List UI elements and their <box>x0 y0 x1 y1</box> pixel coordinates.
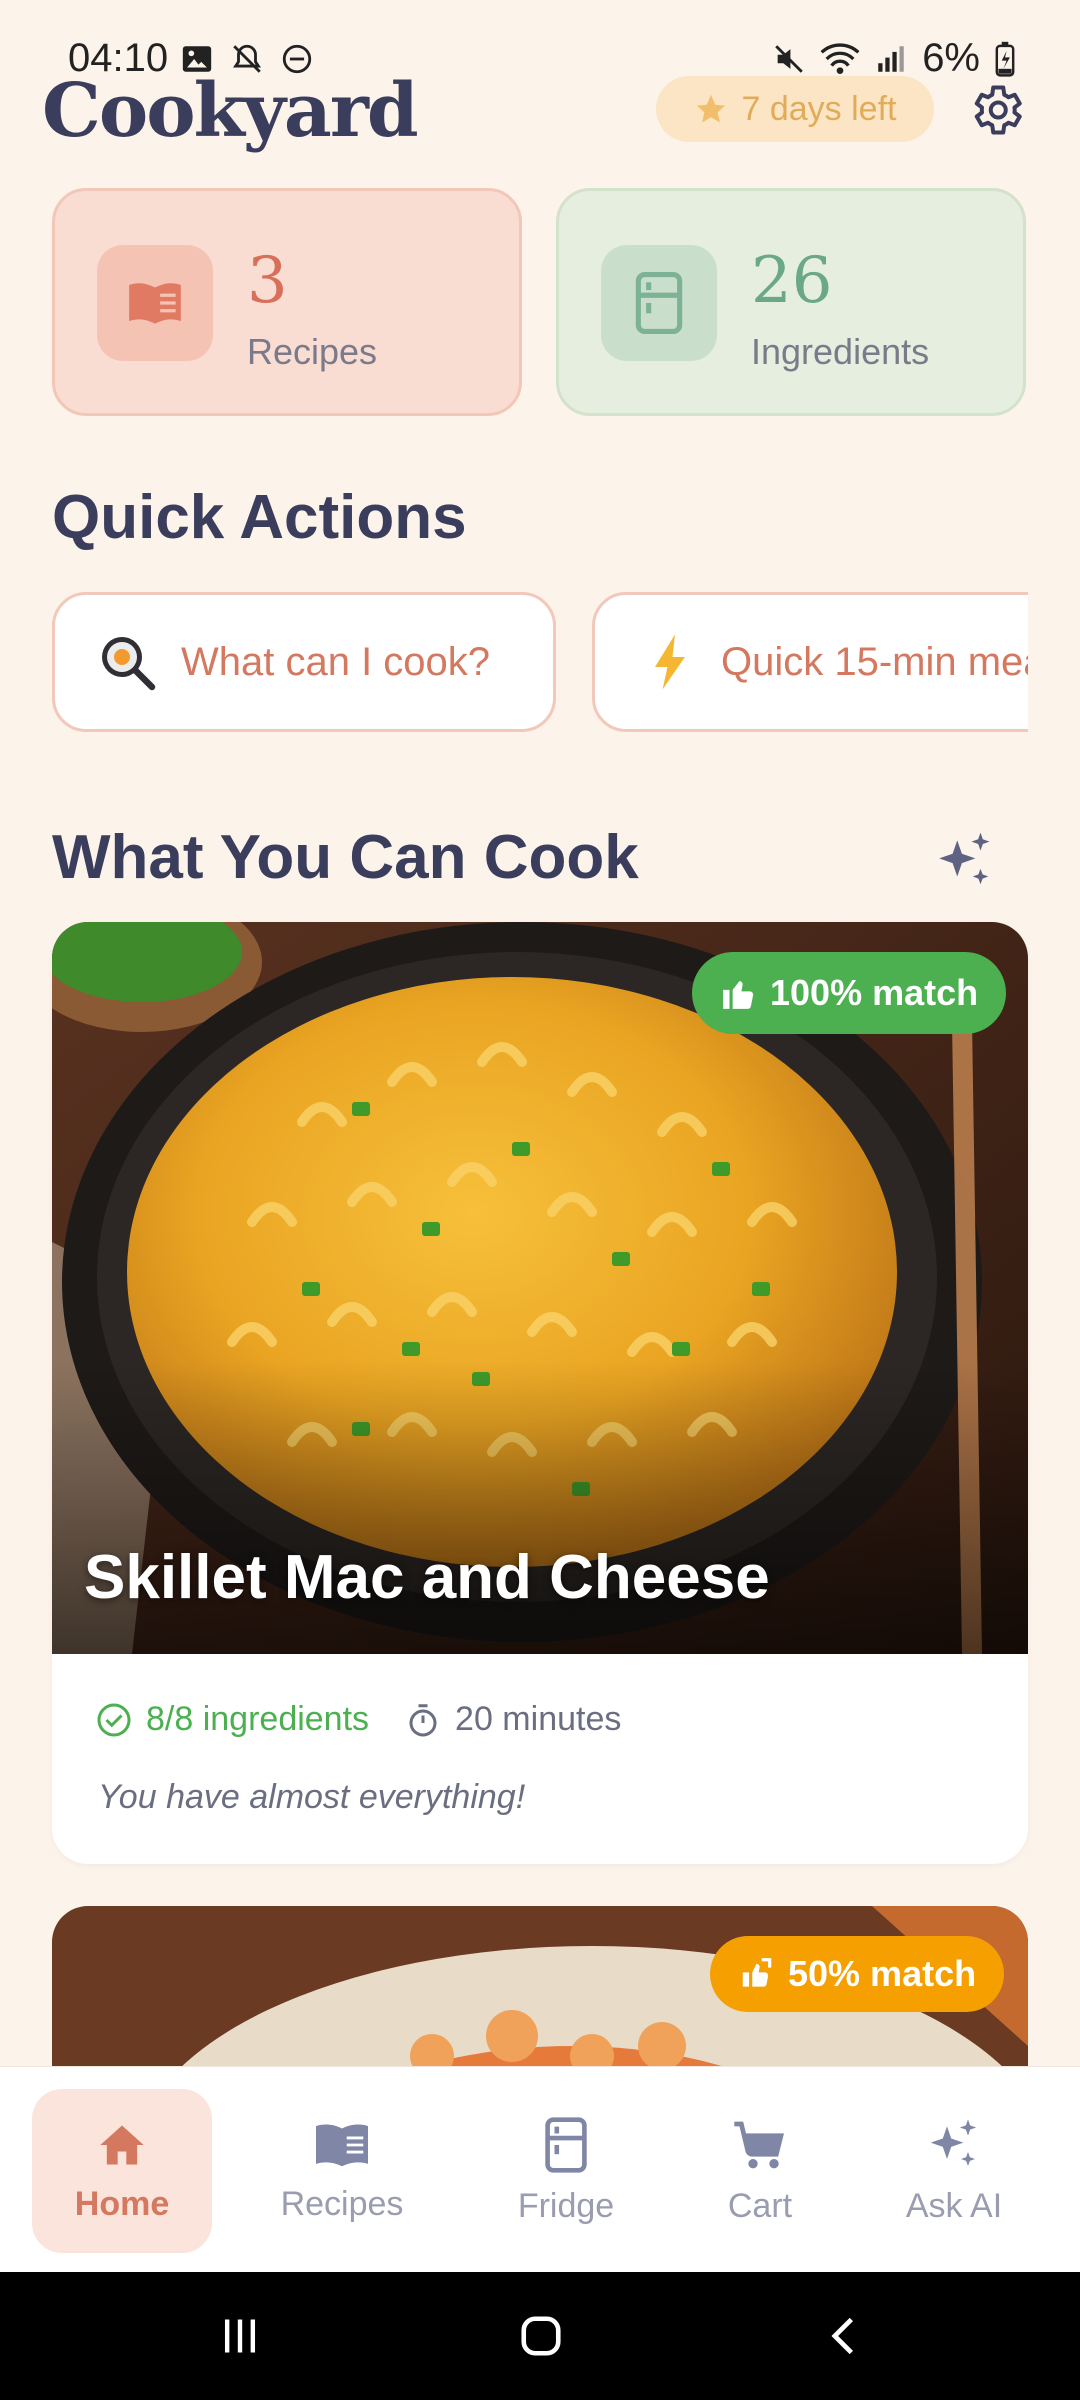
thumbs-up-icon <box>723 981 754 1009</box>
partial-match-icon <box>742 1958 772 1987</box>
status-system-icons: 6% <box>772 36 1016 81</box>
what-can-i-cook-label: What can I cook? <box>181 639 491 684</box>
fridge-icon <box>545 2116 587 2173</box>
signal-icon <box>878 45 904 72</box>
mute-icon <box>775 44 803 73</box>
what-you-can-cook-title: What You Can Cook <box>52 823 639 892</box>
gear-icon <box>974 85 1022 135</box>
match-label: 50% match <box>788 1953 977 1994</box>
cook-time-label: 20 minutes <box>455 1700 622 1738</box>
match-badge: 100% match <box>692 952 1007 1034</box>
quick-actions-title: Quick Actions <box>52 483 467 552</box>
recipe-note: You have almost everything! <box>98 1778 526 1816</box>
fridge-icon <box>635 272 683 334</box>
nav-cart[interactable]: Cart <box>670 2089 850 2253</box>
trial-days-label: 7 days left <box>741 89 897 128</box>
recipes-stat-card[interactable]: 3 Recipes <box>52 188 522 416</box>
ingredients-label: Ingredients <box>751 331 930 372</box>
quick-meals-label: Quick 15-min meals <box>721 639 1028 684</box>
ingredients-match: 8/8 ingredients <box>96 1700 369 1739</box>
recipes-label: Recipes <box>247 331 378 372</box>
frying-pan-icon <box>102 637 156 691</box>
nav-ask-ai-label: Ask AI <box>905 2186 1003 2225</box>
recipe-card[interactable]: 100% match Skillet Mac and Cheese 8/8 in… <box>52 922 1028 1864</box>
back-icon[interactable] <box>822 2312 866 2360</box>
recent-apps-icon[interactable] <box>218 2314 262 2358</box>
settings-button[interactable] <box>966 80 1026 140</box>
check-circle-icon <box>97 1703 131 1736</box>
battery-percent: 6% <box>922 36 980 80</box>
nav-home[interactable]: Home <box>32 2089 212 2253</box>
app-title: Cookyard <box>42 68 419 154</box>
quick-actions-row[interactable]: What can I cook? Quick 15-min meals <box>52 592 1028 734</box>
ingredients-match-label: 8/8 ingredients <box>146 1700 370 1738</box>
trial-days-badge[interactable]: 7 days left <box>656 76 934 142</box>
nav-recipes-label: Recipes <box>280 2184 404 2223</box>
what-can-i-cook-button[interactable]: What can I cook? <box>52 592 556 732</box>
battery-charging-icon <box>995 41 1015 77</box>
nav-ask-ai[interactable]: Ask AI <box>864 2089 1044 2253</box>
cook-time: 20 minutes <box>405 1700 621 1739</box>
recipe-meta: 8/8 ingredients 20 minutes <box>96 1700 621 1739</box>
match-badge: 50% match <box>710 1936 1005 2012</box>
ingredients-count: 26 <box>751 244 833 318</box>
bottom-nav: Home Recipes Fridge Cart Ask AI <box>0 2066 1080 2272</box>
ingredients-stat-card[interactable]: 26 Ingredients <box>556 188 1026 416</box>
sparkle-icon <box>930 2118 977 2166</box>
wifi-icon <box>820 42 860 74</box>
ai-suggest-button[interactable] <box>934 830 996 892</box>
lightning-icon <box>655 634 685 690</box>
recipe-title: Skillet Mac and Cheese <box>84 1543 770 1612</box>
nav-fridge-label: Fridge <box>517 2186 615 2225</box>
book-icon <box>129 283 181 324</box>
system-navigation-bar <box>0 2272 1080 2400</box>
nav-cart-label: Cart <box>727 2186 793 2225</box>
star-icon <box>696 94 725 123</box>
cart-icon <box>734 2121 784 2168</box>
timer-icon <box>409 1703 437 1736</box>
ingredients-stat-icon-box <box>601 245 717 361</box>
sparkle-icon <box>939 832 990 885</box>
recipes-count: 3 <box>247 244 288 318</box>
match-label: 100% match <box>770 972 979 1013</box>
nav-fridge[interactable]: Fridge <box>476 2089 656 2253</box>
nav-recipes[interactable]: Recipes <box>252 2089 432 2253</box>
book-icon <box>316 2124 368 2166</box>
home-system-icon[interactable] <box>518 2312 564 2360</box>
quick-meals-button[interactable]: Quick 15-min meals <box>592 592 1028 732</box>
home-icon <box>100 2125 144 2164</box>
recipes-stat-icon-box <box>97 245 213 361</box>
nav-home-label: Home <box>74 2184 170 2223</box>
